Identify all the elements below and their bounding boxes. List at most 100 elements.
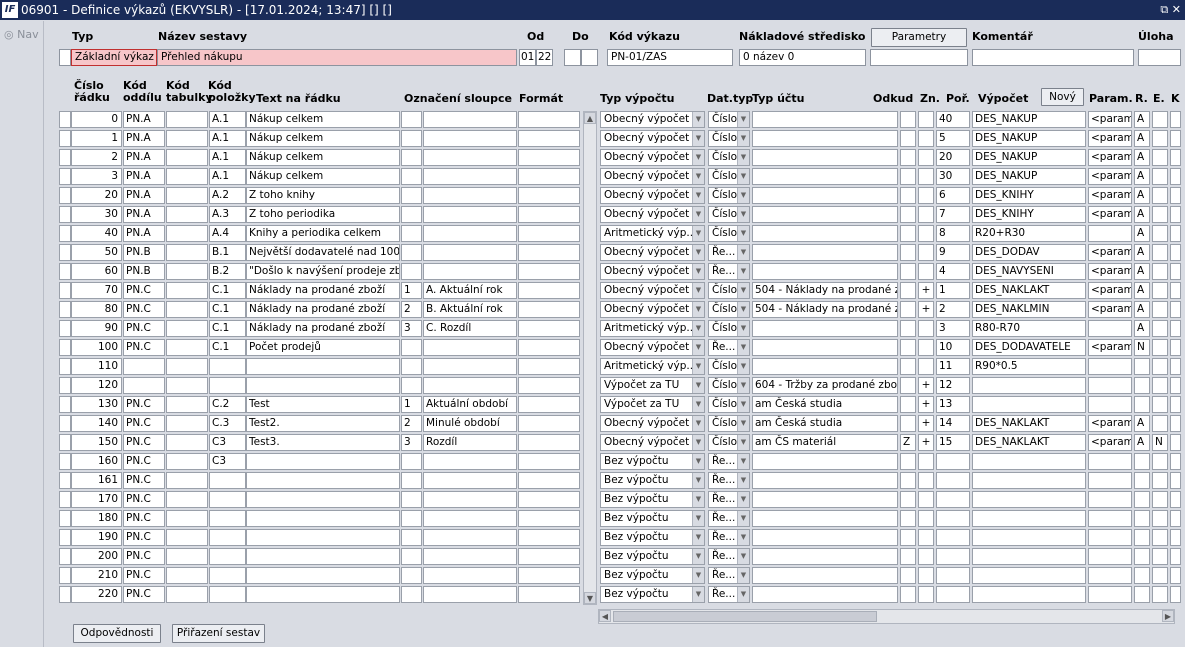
cislo-cell[interactable]: 70 bbox=[71, 282, 122, 299]
dropdown-arrow-icon[interactable]: ▼ bbox=[737, 207, 749, 222]
zn-cell[interactable]: + bbox=[918, 415, 934, 432]
dropdown-arrow-icon[interactable]: ▼ bbox=[692, 150, 704, 165]
tabulky-cell[interactable] bbox=[166, 396, 208, 413]
cislo-cell[interactable]: 130 bbox=[71, 396, 122, 413]
dropdown-arrow-icon[interactable]: ▼ bbox=[692, 245, 704, 260]
text-cell[interactable]: Náklady na prodané zboží bbox=[246, 320, 400, 337]
zn-cell[interactable] bbox=[918, 263, 934, 280]
cislo-cell[interactable]: 210 bbox=[71, 567, 122, 584]
oddil-cell[interactable]: PN.C bbox=[123, 548, 165, 565]
odkud-cell[interactable] bbox=[900, 149, 916, 166]
text-cell[interactable]: Test2. bbox=[246, 415, 400, 432]
dropdown-arrow-icon[interactable]: ▼ bbox=[737, 568, 749, 583]
dat-typ-select[interactable]: Číslo ▼ bbox=[708, 111, 750, 128]
cislo-cell[interactable]: 220 bbox=[71, 586, 122, 603]
dropdown-arrow-icon[interactable]: ▼ bbox=[692, 112, 704, 127]
row-marker[interactable] bbox=[59, 187, 71, 204]
k-cell[interactable] bbox=[1170, 187, 1181, 204]
oznaceni-num-cell[interactable] bbox=[401, 567, 422, 584]
odkud-cell[interactable] bbox=[900, 282, 916, 299]
param-cell[interactable] bbox=[1088, 358, 1132, 375]
polozka-cell[interactable]: A.1 bbox=[209, 130, 246, 147]
k-cell[interactable] bbox=[1170, 510, 1181, 527]
cislo-cell[interactable]: 170 bbox=[71, 491, 122, 508]
e-cell[interactable] bbox=[1152, 529, 1168, 546]
oznaceni-cell[interactable] bbox=[423, 339, 517, 356]
scroll-down-icon[interactable]: ▼ bbox=[584, 592, 596, 604]
e-cell[interactable] bbox=[1152, 301, 1168, 318]
r-cell[interactable]: A bbox=[1134, 149, 1150, 166]
polozka-cell[interactable]: A.1 bbox=[209, 168, 246, 185]
vypocet-cell[interactable] bbox=[972, 548, 1086, 565]
cislo-cell[interactable]: 2 bbox=[71, 149, 122, 166]
por-cell[interactable] bbox=[936, 510, 970, 527]
oddil-cell[interactable]: PN.A bbox=[123, 168, 165, 185]
typ-uctu-cell[interactable]: 604 - Tržby za prodané zbož bbox=[752, 377, 898, 394]
r-cell[interactable] bbox=[1134, 567, 1150, 584]
row-marker[interactable] bbox=[59, 472, 71, 489]
dat-typ-select[interactable]: Číslo ▼ bbox=[708, 206, 750, 223]
odkud-cell[interactable] bbox=[900, 301, 916, 318]
por-cell[interactable]: 15 bbox=[936, 434, 970, 451]
vypocet-cell[interactable] bbox=[972, 377, 1086, 394]
oznaceni-num-cell[interactable] bbox=[401, 130, 422, 147]
row-marker[interactable] bbox=[59, 168, 71, 185]
oznaceni-num-cell[interactable]: 1 bbox=[401, 396, 422, 413]
oznaceni-num-cell[interactable]: 3 bbox=[401, 320, 422, 337]
oznaceni-cell[interactable] bbox=[423, 206, 517, 223]
zn-cell[interactable] bbox=[918, 453, 934, 470]
typ-uctu-cell[interactable] bbox=[752, 567, 898, 584]
oznaceni-cell[interactable] bbox=[423, 358, 517, 375]
dropdown-arrow-icon[interactable]: ▼ bbox=[692, 378, 704, 393]
do-field-2[interactable] bbox=[581, 49, 598, 66]
typ-vypoctu-select[interactable]: Bez výpočtu ▼ bbox=[600, 567, 705, 584]
k-cell[interactable] bbox=[1170, 358, 1181, 375]
oznaceni-cell[interactable]: Aktuální období bbox=[423, 396, 517, 413]
dat-typ-select[interactable]: Ře... ▼ bbox=[708, 472, 750, 489]
oznaceni-num-cell[interactable] bbox=[401, 168, 422, 185]
nazev-field[interactable]: Přehled nákupu bbox=[157, 49, 517, 66]
dropdown-arrow-icon[interactable]: ▼ bbox=[692, 511, 704, 526]
odkud-cell[interactable] bbox=[900, 548, 916, 565]
dat-typ-select[interactable]: Ře... ▼ bbox=[708, 510, 750, 527]
row-marker[interactable] bbox=[59, 529, 71, 546]
r-cell[interactable] bbox=[1134, 586, 1150, 603]
zn-cell[interactable] bbox=[918, 339, 934, 356]
param-cell[interactable] bbox=[1088, 510, 1132, 527]
por-cell[interactable]: 14 bbox=[936, 415, 970, 432]
odkud-cell[interactable] bbox=[900, 396, 916, 413]
e-cell[interactable] bbox=[1152, 263, 1168, 280]
param-cell[interactable]: <param> bbox=[1088, 111, 1132, 128]
text-cell[interactable]: Náklady na prodané zboží bbox=[246, 301, 400, 318]
zn-cell[interactable] bbox=[918, 168, 934, 185]
format-cell[interactable] bbox=[518, 567, 580, 584]
dat-typ-select[interactable]: Číslo ▼ bbox=[708, 320, 750, 337]
dat-typ-select[interactable]: Číslo ▼ bbox=[708, 168, 750, 185]
tabulky-cell[interactable] bbox=[166, 320, 208, 337]
oznaceni-cell[interactable] bbox=[423, 586, 517, 603]
por-cell[interactable]: 1 bbox=[936, 282, 970, 299]
typ-uctu-cell[interactable] bbox=[752, 510, 898, 527]
oznaceni-cell[interactable] bbox=[423, 510, 517, 527]
row-marker[interactable] bbox=[59, 225, 71, 242]
cislo-cell[interactable]: 140 bbox=[71, 415, 122, 432]
text-cell[interactable]: Nákup celkem bbox=[246, 149, 400, 166]
vypocet-cell[interactable] bbox=[972, 472, 1086, 489]
typ-uctu-cell[interactable] bbox=[752, 149, 898, 166]
odkud-cell[interactable] bbox=[900, 339, 916, 356]
param-cell[interactable]: <param> bbox=[1088, 301, 1132, 318]
text-cell[interactable]: Nákup celkem bbox=[246, 111, 400, 128]
odkud-cell[interactable] bbox=[900, 510, 916, 527]
typ-uctu-cell[interactable] bbox=[752, 111, 898, 128]
cislo-cell[interactable]: 20 bbox=[71, 187, 122, 204]
r-cell[interactable]: A bbox=[1134, 263, 1150, 280]
odkud-cell[interactable] bbox=[900, 358, 916, 375]
vypocet-cell[interactable]: R80-R70 bbox=[972, 320, 1086, 337]
dat-typ-select[interactable]: Ře... ▼ bbox=[708, 339, 750, 356]
tabulky-cell[interactable] bbox=[166, 244, 208, 261]
dropdown-arrow-icon[interactable]: ▼ bbox=[692, 302, 704, 317]
polozka-cell[interactable]: A.1 bbox=[209, 149, 246, 166]
dropdown-arrow-icon[interactable]: ▼ bbox=[692, 207, 704, 222]
por-cell[interactable]: 6 bbox=[936, 187, 970, 204]
typ-uctu-cell[interactable] bbox=[752, 358, 898, 375]
